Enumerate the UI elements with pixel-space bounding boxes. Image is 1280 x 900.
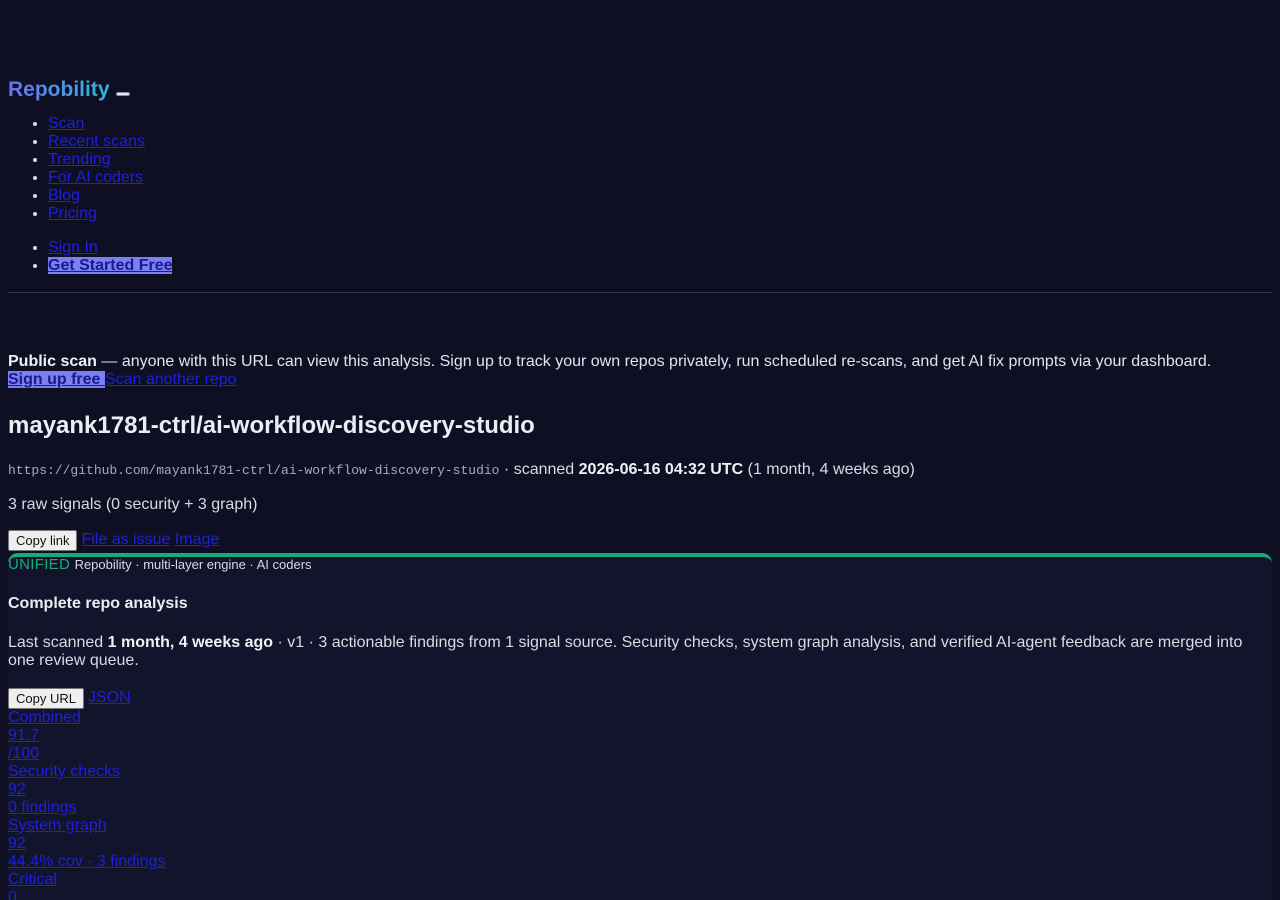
nav-link-for-ai-coders[interactable]: For AI coders: [48, 169, 143, 186]
page: Repobility Scan Recent scans Trending Fo…: [0, 77, 1280, 900]
nav-item-for-ai-coders: For AI coders: [48, 169, 1272, 187]
header-divider: [8, 292, 1272, 293]
sign-up-free-button[interactable]: Sign up free: [8, 371, 105, 388]
sign-in-link[interactable]: Sign In: [48, 239, 98, 256]
repo-actions: Copy link File as issue Image: [8, 529, 1272, 551]
stat-security-findings[interactable]: 0 findings: [8, 799, 1272, 817]
copy-link-button[interactable]: Copy link: [8, 529, 78, 551]
menu-toggle-button[interactable]: [115, 92, 130, 96]
nav-link-scan[interactable]: Scan: [48, 115, 84, 132]
nav-link-blog[interactable]: Blog: [48, 187, 80, 204]
header-brand-row: Repobility: [8, 77, 1272, 103]
nav-item-pricing: Pricing: [48, 205, 1272, 223]
stat-critical-label[interactable]: Critical: [8, 871, 1272, 889]
repo-meta: https://github.com/mayank1781-ctrl/ai-wo…: [8, 459, 1272, 482]
card-subtitle: Repobility · multi-layer engine · AI cod…: [74, 557, 312, 572]
stat-combined-score[interactable]: 91.7: [8, 727, 1272, 745]
stat-graph-score[interactable]: 92: [8, 835, 1272, 853]
stat-combined-max[interactable]: /100: [8, 745, 1272, 763]
scanned-at: 2026-06-16 04:32 UTC: [578, 461, 744, 478]
copy-url-button[interactable]: Copy URL: [8, 687, 84, 709]
nav-item-recent-scans: Recent scans: [48, 133, 1272, 151]
stat-graph-label[interactable]: System graph: [8, 817, 1272, 835]
unified-analysis-card: UNIFIED Repobility · multi-layer engine …: [8, 553, 1272, 900]
image-link[interactable]: Image: [175, 531, 219, 549]
stat-combined-label[interactable]: Combined: [8, 709, 1272, 727]
auth-item-sign-in: Sign In: [48, 239, 1272, 257]
unified-tag: UNIFIED: [8, 556, 71, 573]
stat-graph-coverage[interactable]: 44.4% cov · 3 findings: [8, 853, 1272, 871]
nav-link-recent-scans[interactable]: Recent scans: [48, 133, 145, 150]
card-actions: Copy URL JSON: [8, 687, 1272, 709]
nav-item-blog: Blog: [48, 187, 1272, 205]
nav-link-trending[interactable]: Trending: [48, 151, 111, 168]
file-as-issue-link[interactable]: File as issue: [81, 531, 170, 549]
banner-bold: Public scan: [8, 353, 97, 370]
stat-security-score[interactable]: 92: [8, 781, 1272, 799]
card-desc-bold: 1 month, 4 weeks ago: [107, 634, 274, 651]
public-scan-banner: Public scan — anyone with this URL can v…: [8, 353, 1272, 371]
scan-another-repo-link[interactable]: Scan another repo: [105, 371, 237, 388]
score-stats: Combined 91.7 /100 Security checks 92 0 …: [8, 709, 1272, 900]
scanned-ago: (1 month, 4 weeks ago): [743, 461, 915, 478]
card-desc-prefix: Last scanned: [8, 634, 108, 651]
card-title: Complete repo analysis: [8, 595, 188, 612]
main-nav: Scan Recent scans Trending For AI coders…: [8, 115, 1272, 223]
raw-signals: 3 raw signals (0 security + 3 graph): [8, 496, 258, 513]
stat-security-label[interactable]: Security checks: [8, 763, 1272, 781]
banner-links: Sign up free Scan another repo: [8, 371, 1272, 389]
card-description: Last scanned 1 month, 4 weeks ago · v1 ·…: [8, 634, 1272, 670]
card-head: UNIFIED Repobility · multi-layer engine …: [8, 557, 1272, 573]
repo-title: mayank1781-ctrl/ai-workflow-discovery-st…: [8, 412, 535, 439]
auth-item-get-started: Get Started Free: [48, 257, 1272, 275]
banner-text: — anyone with this URL can view this ana…: [96, 353, 1212, 370]
json-link[interactable]: JSON: [88, 689, 131, 707]
nav-item-scan: Scan: [48, 115, 1272, 133]
nav-item-trending: Trending: [48, 151, 1272, 169]
repo-url: https://github.com/mayank1781-ctrl/ai-wo…: [8, 463, 500, 478]
nav-link-pricing[interactable]: Pricing: [48, 205, 97, 222]
get-started-button[interactable]: Get Started Free: [48, 257, 173, 274]
brand-logo[interactable]: Repobility: [8, 78, 110, 102]
scanned-prefix: · scanned: [499, 461, 579, 478]
auth-nav: Sign In Get Started Free: [8, 239, 1272, 275]
stat-critical-count[interactable]: 0: [8, 889, 1272, 900]
